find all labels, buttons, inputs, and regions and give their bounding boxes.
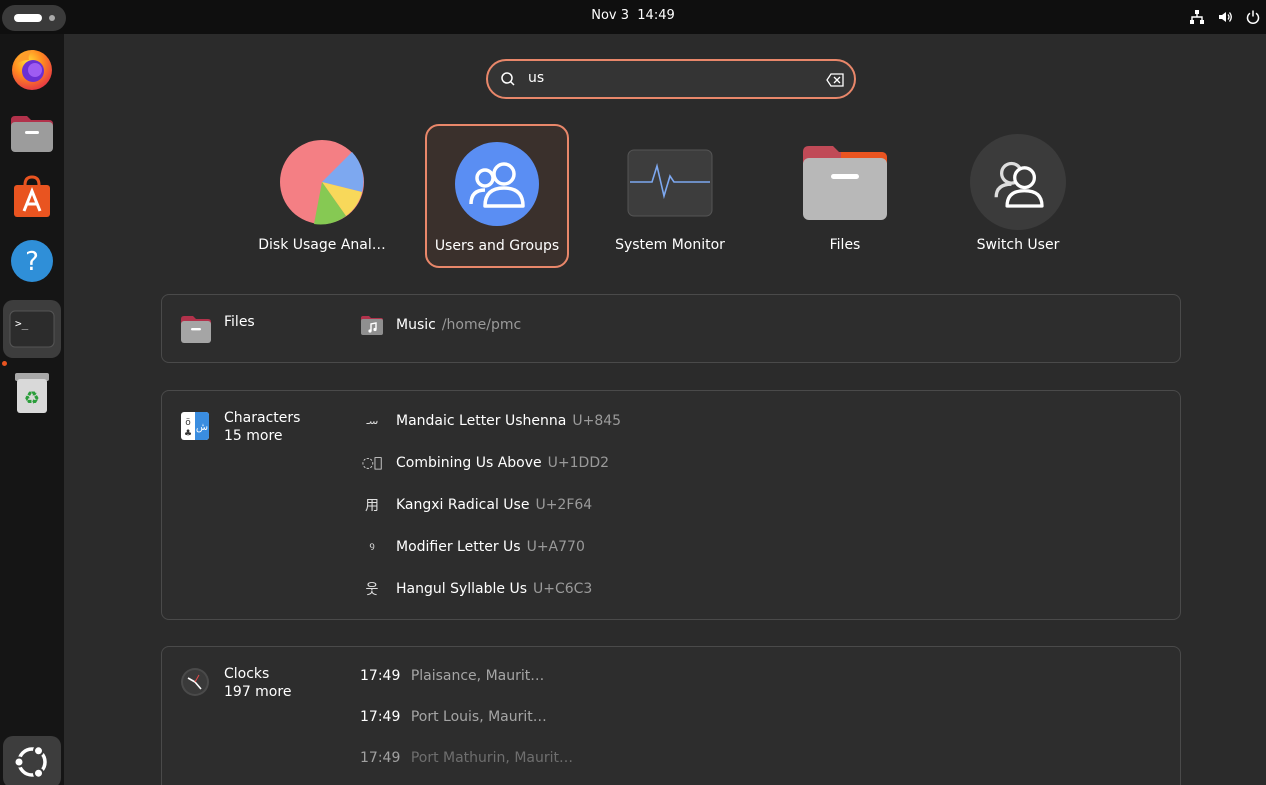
svg-text:>_: >_ bbox=[15, 317, 29, 330]
files-folder-icon bbox=[181, 316, 211, 343]
files-icon bbox=[803, 146, 887, 220]
search-query[interactable]: us bbox=[528, 70, 544, 86]
provider-title: Characters bbox=[224, 410, 301, 426]
clocks-search-provider: Clocks 197 more 17:49 Plaisance, Maurit…… bbox=[161, 646, 1181, 785]
system-monitor-icon bbox=[627, 149, 713, 217]
dock-help[interactable]: ? bbox=[3, 232, 61, 290]
characters-icon: ö ♣ ش bbox=[181, 412, 209, 440]
network-icon[interactable] bbox=[1189, 9, 1205, 25]
show-apps-button[interactable] bbox=[3, 736, 61, 785]
character-name: Kangxi Radical Use bbox=[396, 497, 530, 513]
help-icon: ? bbox=[11, 240, 53, 282]
users-and-groups-icon bbox=[455, 142, 539, 226]
search-input[interactable]: us bbox=[486, 59, 856, 99]
character-code: U+2F64 bbox=[535, 497, 593, 513]
dock: ? >_ ♻ bbox=[0, 34, 64, 785]
music-folder-icon bbox=[361, 316, 383, 335]
character-result[interactable]: ࡄ Mandaic Letter Ushenna U+845 bbox=[360, 409, 621, 433]
clock-time: 17:49 bbox=[360, 668, 401, 684]
clear-search-icon[interactable] bbox=[826, 73, 844, 87]
character-name: Modifier Letter Us bbox=[396, 539, 521, 555]
app-disk-usage-analyzer[interactable]: Disk Usage Anal… bbox=[250, 124, 394, 268]
character-code: U+A770 bbox=[526, 539, 585, 555]
clock-result[interactable]: 17:49 Plaisance, Maurit… bbox=[360, 668, 544, 684]
ubuntu-logo-icon bbox=[13, 745, 47, 779]
app-label: Users and Groups bbox=[434, 238, 560, 254]
character-glyph: ࡄ bbox=[365, 412, 379, 428]
clock-time: 17:49 bbox=[360, 750, 401, 766]
svg-text:ش: ش bbox=[196, 422, 208, 433]
svg-text:?: ? bbox=[25, 247, 39, 277]
trash-icon: ♻ bbox=[15, 373, 49, 413]
character-code: U+1DD2 bbox=[547, 455, 610, 471]
dock-firefox[interactable] bbox=[3, 40, 61, 98]
file-name: Music bbox=[396, 317, 436, 333]
dock-app-center[interactable] bbox=[3, 168, 61, 226]
app-label: System Monitor bbox=[615, 237, 725, 253]
more-results-label[interactable]: 197 more bbox=[224, 684, 291, 700]
character-name: Mandaic Letter Ushenna bbox=[396, 413, 567, 429]
dock-files[interactable] bbox=[3, 104, 61, 162]
character-code: U+C6C3 bbox=[533, 581, 593, 597]
characters-search-provider: ö ♣ ش Characters 15 more ࡄ Mandaic Lette… bbox=[161, 390, 1181, 620]
provider-title: Clocks bbox=[224, 666, 270, 682]
app-system-monitor[interactable]: System Monitor bbox=[598, 124, 742, 268]
character-name: Hangul Syllable Us bbox=[396, 581, 527, 597]
character-glyph: ⽤ bbox=[365, 498, 379, 514]
terminal-icon: >_ bbox=[9, 310, 55, 348]
character-result[interactable]: 웃 Hangul Syllable Us U+C6C3 bbox=[360, 577, 593, 601]
clock-time: 17:49 bbox=[360, 709, 401, 725]
character-code: U+845 bbox=[572, 413, 622, 429]
svg-text:ö: ö bbox=[185, 418, 191, 428]
disk-usage-analyzer-icon bbox=[280, 140, 364, 225]
files-search-provider: Files Music /home/pmc bbox=[161, 294, 1181, 363]
dock-terminal[interactable]: >_ bbox=[3, 300, 61, 358]
character-result[interactable]: ⽤ Kangxi Radical Use U+2F64 bbox=[360, 493, 592, 517]
character-result[interactable]: ꝰ Modifier Letter Us U+A770 bbox=[360, 535, 585, 559]
app-center-icon bbox=[14, 175, 50, 217]
search-icon bbox=[501, 72, 515, 86]
app-files[interactable]: Files bbox=[773, 124, 917, 268]
app-users-and-groups[interactable]: Users and Groups bbox=[425, 124, 569, 268]
dock-trash[interactable]: ♻ bbox=[3, 364, 61, 422]
date-time-clock[interactable]: Nov 3 14:49 bbox=[0, 8, 1266, 23]
character-glyph: 웃 bbox=[365, 582, 379, 598]
clock-location: Plaisance, Maurit… bbox=[410, 668, 545, 684]
provider-title: Files bbox=[224, 314, 255, 330]
svg-text:♣: ♣ bbox=[184, 429, 192, 439]
clock-result[interactable]: 17:49 Port Louis, Maurit… bbox=[360, 709, 547, 725]
app-label: Disk Usage Anal… bbox=[258, 237, 386, 253]
clock-location: Port Mathurin, Maurit… bbox=[410, 750, 573, 766]
svg-text:♻: ♻ bbox=[24, 388, 40, 409]
character-glyph: ꝰ bbox=[369, 539, 375, 556]
character-result[interactable]: ◌᷒ Combining Us Above U+1DD2 bbox=[360, 451, 609, 475]
character-glyph: ◌᷒ bbox=[361, 455, 383, 471]
volume-icon[interactable] bbox=[1217, 9, 1233, 25]
switch-user-icon bbox=[970, 134, 1066, 230]
files-folder-icon bbox=[11, 116, 53, 152]
app-label: Files bbox=[829, 237, 861, 253]
clock-location: Port Louis, Maurit… bbox=[410, 709, 547, 725]
clocks-icon bbox=[181, 668, 209, 696]
character-name: Combining Us Above bbox=[396, 455, 542, 471]
app-label: Switch User bbox=[976, 237, 1060, 253]
firefox-icon bbox=[12, 50, 52, 90]
top-bar: Nov 3 14:49 bbox=[0, 0, 1266, 34]
power-icon[interactable] bbox=[1245, 9, 1261, 25]
more-results-label[interactable]: 15 more bbox=[224, 428, 283, 444]
clock-result[interactable]: 17:49 Port Mathurin, Maurit… bbox=[360, 750, 573, 766]
app-switch-user[interactable]: Switch User bbox=[946, 124, 1090, 268]
file-path: /home/pmc bbox=[441, 317, 522, 333]
file-result[interactable]: Music /home/pmc bbox=[360, 313, 521, 337]
